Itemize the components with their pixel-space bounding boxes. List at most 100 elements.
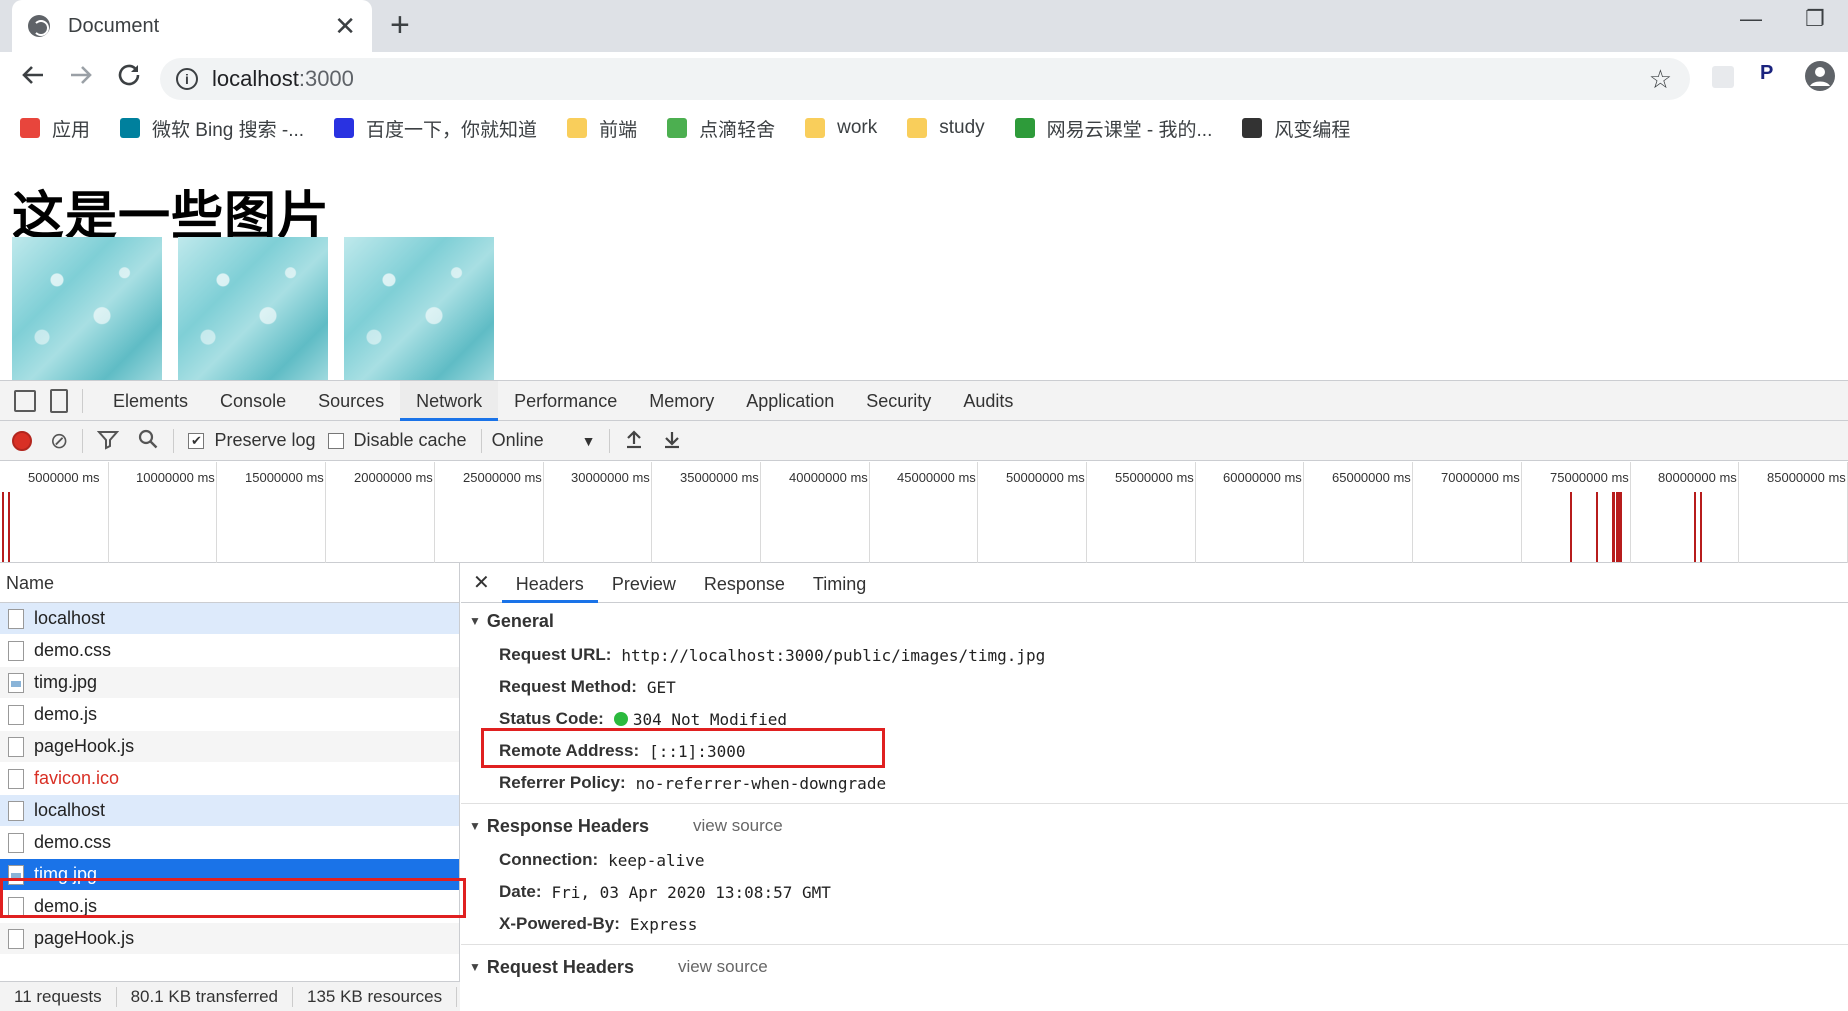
bookmark-favicon-icon [1014, 118, 1035, 138]
view-source-link[interactable]: view source [693, 816, 783, 836]
throttle-select[interactable]: Online ▼ [492, 430, 596, 451]
bookmark-favicon-icon [1242, 118, 1263, 138]
section-divider [461, 944, 1848, 945]
timeline-gridline [1086, 462, 1087, 563]
address-bar[interactable]: i localhost:3000 ☆ [160, 58, 1690, 100]
disable-cache-checkbox[interactable]: Disable cache [327, 430, 467, 451]
device-toolbar-icon[interactable] [50, 388, 68, 413]
general-section-header[interactable]: ▼ General [461, 603, 1848, 639]
bookmark-favicon-icon [667, 118, 688, 138]
search-icon[interactable] [137, 428, 159, 454]
request-method-row: Request Method: GET [499, 677, 676, 697]
restore-button[interactable]: ❐ [1805, 6, 1825, 32]
bookmark-item[interactable]: study [907, 117, 985, 139]
detail-tab-timing[interactable]: Timing [799, 563, 880, 603]
bookmark-favicon-icon [907, 118, 928, 138]
timeline-request-mark [1694, 492, 1696, 562]
image-3 [344, 237, 494, 380]
devtools-tab-audits[interactable]: Audits [947, 381, 1029, 421]
record-button[interactable] [12, 430, 32, 451]
connection-row: Connection: keep-alive [499, 850, 705, 870]
bookmark-item[interactable]: work [805, 117, 877, 139]
bookmark-item[interactable]: 应用 [20, 115, 90, 142]
devtools-tab-application[interactable]: Application [730, 381, 850, 421]
detail-tab-response[interactable]: Response [690, 563, 799, 603]
timeline-gridline [1738, 462, 1739, 563]
back-button[interactable] [18, 60, 48, 96]
download-icon [665, 431, 680, 448]
bookmark-item[interactable]: 网易云课堂 - 我的... [1014, 115, 1212, 142]
bookmark-item[interactable]: 点滴轻舍 [667, 115, 775, 142]
site-info-icon[interactable]: i [176, 68, 198, 90]
date-row: Date: Fri, 03 Apr 2020 13:08:57 GMT [499, 882, 831, 902]
name-column-header[interactable]: Name [0, 563, 459, 603]
expanded-triangle-icon: ▼ [469, 819, 481, 833]
forward-button[interactable] [66, 60, 96, 96]
devtools-tab-elements[interactable]: Elements [97, 381, 204, 421]
import-har-icon[interactable] [624, 429, 644, 453]
reload-button[interactable] [114, 60, 144, 96]
checkbox-unchecked-icon [327, 432, 344, 449]
detail-tab-headers[interactable]: Headers [501, 563, 598, 603]
request-row[interactable]: pageHook.js [0, 923, 459, 955]
timeline-tick-label: 10000000 ms [136, 470, 215, 485]
devtools-tab-network[interactable]: Network [400, 380, 499, 421]
funnel-icon [97, 430, 120, 450]
response-headers-section-header[interactable]: ▼ Response Headers view source [461, 808, 1848, 844]
timeline-gridline [1521, 462, 1522, 563]
browser-toolbar: i localhost:3000 ☆ P [0, 52, 1848, 104]
image-2 [178, 237, 328, 380]
request-row[interactable]: localhost [0, 795, 459, 827]
new-tab-button[interactable]: + [390, 8, 410, 42]
extension-p-icon[interactable]: P [1760, 62, 1773, 85]
inspect-element-icon[interactable] [14, 389, 36, 412]
request-url-row: Request URL: http://localhost:3000/publi… [499, 645, 1046, 665]
bookmark-item[interactable]: 微软 Bing 搜索 -... [120, 115, 304, 142]
expanded-triangle-icon: ▼ [469, 614, 481, 628]
browser-tab[interactable]: Document ✕ [12, 0, 372, 52]
view-source-link[interactable]: view source [678, 957, 768, 977]
resources-size: 135 KB resources [293, 986, 458, 1007]
export-har-icon[interactable] [662, 429, 682, 453]
devtools-tab-performance[interactable]: Performance [498, 381, 633, 421]
timeline-gridline [977, 462, 978, 563]
filter-icon[interactable] [97, 428, 120, 454]
close-detail-icon[interactable]: ✕ [461, 570, 502, 595]
forward-arrow-icon [71, 66, 92, 84]
devtools-tab-sources[interactable]: Sources [302, 381, 400, 421]
request-row[interactable]: demo.css [0, 827, 459, 859]
request-row[interactable]: favicon.ico [0, 763, 459, 795]
timeline-gridline [1412, 462, 1413, 563]
network-overview-timeline[interactable]: 5000000 ms 10000000 ms 15000000 ms 20000000… [0, 462, 1848, 563]
detail-tab-preview[interactable]: Preview [598, 563, 690, 603]
minimize-button[interactable]: — [1740, 6, 1762, 32]
request-row[interactable]: demo.css [0, 635, 459, 667]
clear-icon[interactable]: ⊘ [50, 429, 68, 452]
timeline-request-mark [1700, 492, 1702, 562]
checkbox-checked-icon: ✔ [188, 432, 205, 449]
request-row[interactable]: timg.jpg [0, 667, 459, 699]
bookmark-item[interactable]: 风变编程 [1242, 115, 1350, 142]
account-avatar[interactable] [1804, 60, 1836, 97]
preserve-log-checkbox[interactable]: ✔ Preserve log [188, 430, 316, 451]
request-headers-section-header[interactable]: ▼ Request Headers view source [461, 949, 1848, 985]
expanded-triangle-icon: ▼ [469, 960, 481, 974]
request-detail-pane: ✕ Headers Preview Response Timing ▼ General… [461, 563, 1848, 1011]
bookmark-item[interactable]: 前端 [567, 115, 637, 142]
timeline-tick-label: 65000000 ms [1332, 470, 1411, 485]
bookmark-item[interactable]: 百度一下，你就知道 [334, 115, 537, 142]
request-row[interactable]: pageHook.js [0, 731, 459, 763]
image-1 [12, 237, 162, 380]
request-row[interactable]: localhost [0, 603, 459, 635]
devtools-tab-console[interactable]: Console [204, 381, 302, 421]
devtools-tab-memory[interactable]: Memory [633, 381, 730, 421]
request-row[interactable]: demo.js [0, 699, 459, 731]
devtools-tab-security[interactable]: Security [850, 381, 947, 421]
divider [480, 428, 482, 453]
close-tab-icon[interactable]: ✕ [334, 13, 356, 39]
divider [609, 428, 611, 453]
bookmark-star-icon[interactable]: ☆ [1649, 64, 1672, 95]
timeline-tick-label: 80000000 ms [1658, 470, 1737, 485]
timeline-tick-label: 85000000 ms [1767, 470, 1846, 485]
extension-icon[interactable] [1712, 66, 1734, 88]
